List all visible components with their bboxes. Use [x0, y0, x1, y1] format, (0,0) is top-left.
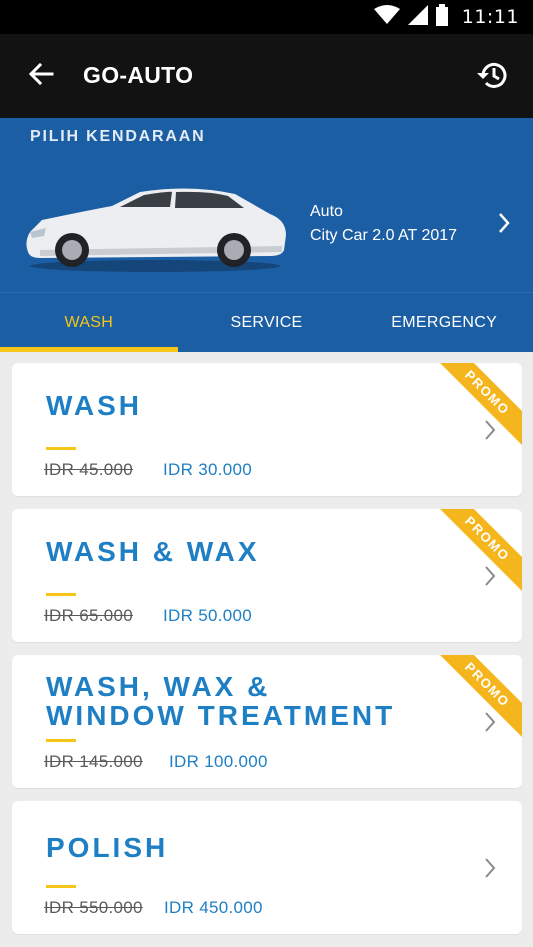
service-title-line2: WINDOW TREATMENT [46, 700, 396, 731]
old-price: IDR 45.000 [44, 460, 133, 479]
chevron-right-icon [484, 419, 496, 446]
tab-wash[interactable]: WASH [0, 293, 178, 352]
promo-badge: PROMO [432, 363, 522, 448]
app-bar: GO-AUTO [0, 34, 533, 118]
chevron-right-icon [497, 212, 511, 239]
new-price: IDR 100.000 [169, 752, 268, 771]
promo-badge: PROMO [432, 655, 522, 740]
vehicle-picker[interactable]: Auto City Car 2.0 AT 2017 [0, 158, 533, 292]
title-underline [46, 885, 76, 888]
service-title: WASH & WAX [46, 536, 260, 567]
history-button[interactable] [473, 58, 511, 96]
tab-service[interactable]: SERVICE [178, 293, 356, 352]
service-title-line1: WASH, WAX & [46, 671, 271, 702]
service-card-polish[interactable]: POLISH IDR 550.000 IDR 450.000 [12, 801, 522, 934]
battery-icon [435, 3, 448, 31]
service-tabs: WASH SERVICE EMERGENCY [0, 292, 533, 352]
service-card-wash-wax[interactable]: WASH & WAX IDR 65.000 IDR 50.000 PROMO [12, 509, 522, 642]
old-price: IDR 145.000 [44, 752, 143, 771]
vehicle-model: City Car 2.0 AT 2017 [310, 227, 458, 244]
title-underline [46, 447, 76, 450]
service-card-wash[interactable]: WASH IDR 45.000 IDR 30.000 PROMO [12, 363, 522, 496]
vehicle-heading: PILIH KENDARAAN [30, 128, 206, 145]
new-price: IDR 450.000 [164, 898, 263, 917]
signal-icon [407, 4, 428, 30]
old-price: IDR 550.000 [44, 898, 143, 917]
status-time: 11:11 [461, 6, 519, 28]
service-list: WASH IDR 45.000 IDR 30.000 PROMO WASH & … [12, 363, 522, 947]
promo-badge: PROMO [432, 509, 522, 594]
vehicle-selector: PILIH KENDARAAN Auto City Car 2.0 AT 201… [0, 118, 533, 292]
page-title: GO-AUTO [83, 62, 194, 88]
title-underline [46, 739, 76, 742]
vehicle-type: Auto [310, 203, 343, 220]
title-underline [46, 593, 76, 596]
chevron-right-icon [484, 565, 496, 592]
wifi-icon [373, 4, 400, 30]
new-price: IDR 50.000 [163, 606, 252, 625]
service-title: POLISH [46, 832, 169, 863]
history-icon [475, 60, 509, 95]
back-button[interactable] [24, 60, 58, 92]
arrow-left-icon [28, 62, 54, 91]
chevron-right-icon [484, 711, 496, 738]
service-title: WASH [46, 390, 142, 421]
tab-emergency[interactable]: EMERGENCY [355, 293, 533, 352]
status-bar: 11:11 [0, 0, 533, 34]
service-card-wash-wax-window[interactable]: WASH, WAX & WINDOW TREATMENT IDR 145.000… [12, 655, 522, 788]
chevron-right-icon [484, 857, 496, 884]
car-image [20, 180, 290, 280]
new-price: IDR 30.000 [163, 460, 252, 479]
old-price: IDR 65.000 [44, 606, 133, 625]
